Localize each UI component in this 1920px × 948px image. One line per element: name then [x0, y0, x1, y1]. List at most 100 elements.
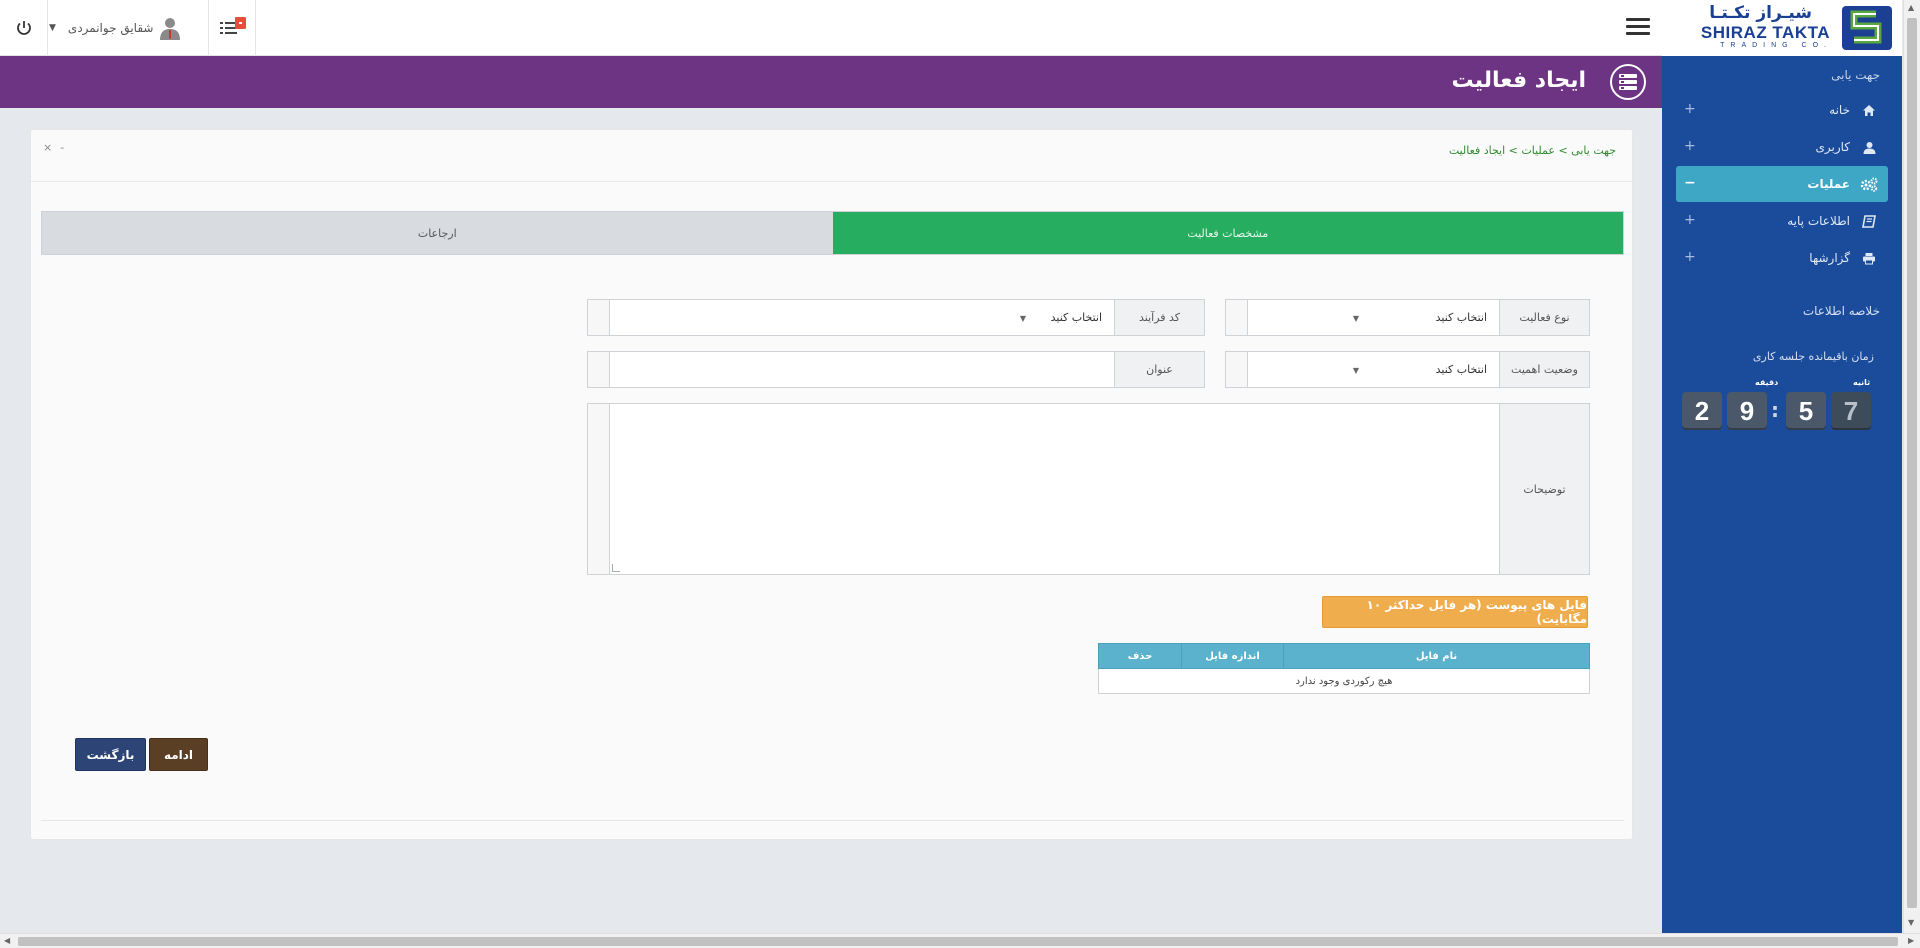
field-addon [1226, 352, 1248, 387]
scrollbar-thumb[interactable] [18, 937, 1898, 946]
timer-separator: : [1771, 398, 1779, 422]
user-avatar-icon [160, 18, 181, 40]
select-box: انتخاب کنید ▼ [610, 300, 1114, 335]
timer-digit: 9 [1727, 392, 1767, 430]
power-icon [16, 21, 31, 35]
subject-label: عنوان [1114, 352, 1204, 387]
sidebar-item-users[interactable]: کاربری + [1676, 129, 1888, 165]
column-header: نام فایل [1283, 643, 1590, 669]
sidebar-nav: خانه + کاربری + عملیات − اطلاعات پایه + … [1676, 92, 1888, 277]
select-box: انتخاب کنید ▼ [1248, 300, 1499, 335]
tasks-notification-button[interactable] [210, 0, 256, 56]
expand-icon[interactable]: + [1684, 249, 1696, 265]
tasks-list-icon [219, 17, 246, 34]
sidebar: شیـراز تکـتـا SHIRAZ TAKTA TRADING CO. ج… [1662, 0, 1902, 933]
resize-handle-icon[interactable] [612, 564, 620, 572]
column-header: اندازه فایل [1181, 643, 1284, 669]
importance-status-label: وضعیت اهمیت [1499, 352, 1589, 387]
sidebar-item-reports[interactable]: گزارشها + [1676, 240, 1888, 276]
timer-digit: 5 [1786, 392, 1826, 430]
description-textarea[interactable] [610, 404, 1499, 574]
dropdown-arrow-icon: ▼ [1352, 314, 1359, 323]
field-addon [588, 300, 610, 335]
activity-type-value: انتخاب کنید [1435, 311, 1487, 324]
back-button[interactable]: بازگشت [75, 738, 146, 771]
tab-referrals[interactable]: ارجاعات [42, 212, 833, 254]
sidebar-item-label: کاربری [1815, 140, 1850, 154]
card-footer-divider [41, 820, 1624, 821]
session-timer-title: زمان باقیمانده جلسه کاری [1752, 350, 1874, 363]
minimize-icon[interactable]: - [60, 141, 64, 154]
subject-input[interactable] [610, 352, 1114, 387]
importance-status-value: انتخاب کنید [1435, 363, 1487, 376]
expand-icon[interactable]: + [1684, 101, 1696, 117]
description-label: توضیحات [1499, 404, 1589, 574]
sidebar-item-base-info[interactable]: اطلاعات پایه + [1676, 203, 1888, 239]
sidebar-item-label: خانه [1829, 103, 1850, 117]
timer-digit: 7 [1831, 392, 1871, 430]
top-header: شقایق جوانمردی ▼ [0, 0, 1662, 56]
table-row: هیچ رکوردی وجود ندارد [1098, 668, 1590, 694]
tab-activity-details[interactable]: مشخصات فعالیت [832, 212, 1623, 254]
select-box: انتخاب کنید ▼ [1248, 352, 1499, 387]
sidebar-item-operations[interactable]: عملیات − [1676, 166, 1888, 202]
process-code-value: انتخاب کنید [1050, 311, 1102, 324]
session-timer: دقیقه ثانیه 2 9 : 5 7 [1680, 376, 1880, 446]
sidebar-item-label: اطلاعات پایه [1787, 214, 1850, 228]
activity-type-select[interactable]: نوع فعالیت انتخاب کنید ▼ [1225, 299, 1590, 336]
scroll-down-icon[interactable]: ▼ [1908, 918, 1914, 927]
user-name: شقایق جوانمردی [67, 21, 154, 35]
company-logo: شیـراز تکـتـا SHIRAZ TAKTA TRADING CO. [1662, 0, 1902, 56]
description-field: توضیحات [587, 403, 1590, 575]
process-code-select[interactable]: کد فرآیند انتخاب کنید ▼ [587, 299, 1205, 336]
card-header: جهت یابی > عملیات > ایجاد فعالیت × - [31, 130, 1632, 182]
process-code-label: کد فرآیند [1114, 300, 1204, 335]
attach-files-button[interactable]: فایل های پیوست (هر فایل حداکثر ۱۰ مگابای… [1322, 596, 1588, 628]
home-icon [1858, 99, 1880, 121]
seconds-label: ثانیه [1853, 378, 1871, 387]
vertical-scrollbar[interactable]: ▲ ▼ [1903, 0, 1920, 933]
scrollbar-thumb[interactable] [1907, 18, 1917, 908]
logo-mark-icon [1842, 6, 1892, 50]
sidebar-item-label: گزارشها [1809, 251, 1850, 265]
logout-button[interactable] [0, 0, 48, 56]
chevron-down-icon: ▼ [49, 23, 56, 33]
nav-section-title: جهت یابی [1831, 68, 1880, 82]
importance-status-select[interactable]: وضعیت اهمیت انتخاب کنید ▼ [1225, 351, 1590, 388]
minutes-label: دقیقه [1755, 378, 1779, 387]
column-header: حذف [1098, 643, 1182, 669]
gears-icon [1858, 173, 1880, 195]
field-addon [1226, 300, 1248, 335]
user-icon [1858, 136, 1880, 158]
printer-icon [1858, 247, 1880, 269]
close-icon[interactable]: × [43, 141, 52, 154]
dropdown-arrow-icon: ▼ [1019, 314, 1026, 323]
expand-icon[interactable]: + [1684, 138, 1696, 154]
server-icon [1610, 64, 1646, 100]
subject-field[interactable]: عنوان [587, 351, 1205, 388]
scroll-up-icon[interactable]: ▲ [1908, 3, 1914, 12]
timer-digit: 2 [1682, 392, 1722, 430]
menu-toggle-button[interactable] [1626, 14, 1650, 38]
field-addon [588, 404, 610, 574]
horizontal-scrollbar[interactable]: ◀ ▶ [0, 933, 1920, 948]
logo-subtext: TRADING CO. [1720, 42, 1832, 49]
field-addon [588, 352, 610, 387]
continue-button[interactable]: ادامه [149, 738, 208, 771]
logo-text-fa: شیـراز تکـتـا [1709, 3, 1812, 23]
expand-icon[interactable]: + [1684, 212, 1696, 228]
table-header-row: نام فایل اندازه فایل حذف [1098, 643, 1590, 669]
scroll-right-icon[interactable]: ▶ [1908, 936, 1914, 945]
sidebar-item-label: عملیات [1807, 177, 1850, 191]
book-icon [1858, 210, 1880, 232]
user-menu[interactable]: شقایق جوانمردی ▼ [49, 0, 209, 56]
page-title: ایجاد فعالیت [1451, 68, 1586, 93]
scroll-left-icon[interactable]: ◀ [4, 936, 10, 945]
summary-title[interactable]: خلاصه اطلاعات [1803, 304, 1880, 318]
activity-card: جهت یابی > عملیات > ایجاد فعالیت × - ارج… [30, 129, 1633, 840]
attachments-table: نام فایل اندازه فایل حذف هیچ رکوردی وجود… [1098, 643, 1590, 694]
collapse-icon[interactable]: − [1684, 175, 1696, 191]
card-tools: × - [43, 141, 64, 154]
breadcrumb[interactable]: جهت یابی > عملیات > ایجاد فعالیت [1449, 144, 1616, 157]
sidebar-item-home[interactable]: خانه + [1676, 92, 1888, 128]
